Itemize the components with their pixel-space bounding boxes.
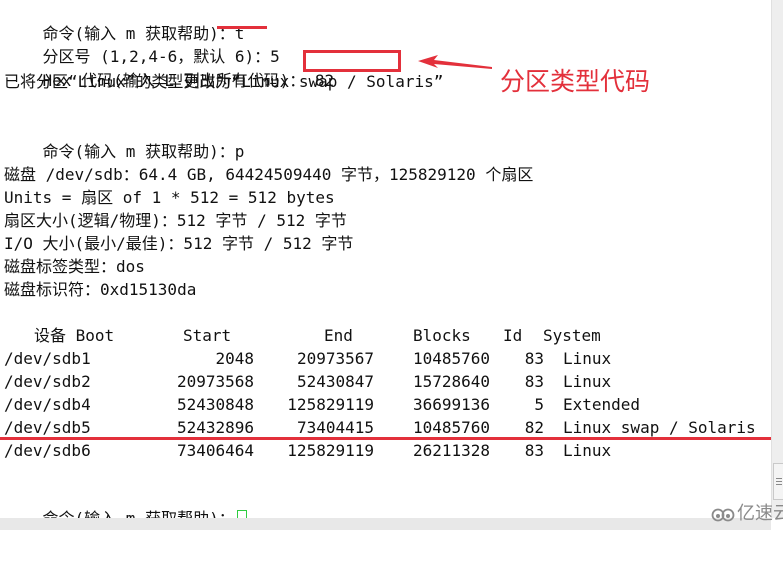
cell-system: Linux bbox=[563, 372, 612, 391]
type-changed-message: 已将分区“Linux”的类型更改为“Linux swap / Solaris” bbox=[4, 72, 444, 91]
disk-info-line: 磁盘 /dev/sdb：64.4 GB, 64424509440 字节，1258… bbox=[4, 165, 534, 184]
cell-device: /dev/sdb1 bbox=[4, 349, 91, 368]
terminal-window[interactable]: 命令(输入 m 获取帮助)：t 分区号 (1,2,4-6，默认 6)：5 Hex… bbox=[0, 0, 771, 518]
label-type-line: 磁盘标签类型：dos bbox=[4, 257, 145, 276]
cell-start: 52430848 bbox=[176, 395, 254, 414]
hex-code-highlight-box bbox=[303, 50, 401, 72]
units-line: Units = 扇区 of 1 * 512 = 512 bytes bbox=[4, 188, 335, 207]
grip-line bbox=[776, 478, 782, 479]
cell-device: /dev/sdb2 bbox=[4, 372, 91, 391]
header-id: Id bbox=[503, 326, 523, 345]
vertical-scrollbar[interactable] bbox=[771, 0, 783, 518]
cell-id: 83 bbox=[524, 372, 544, 391]
watermark-text: 亿速云 bbox=[737, 503, 783, 524]
header-blocks: Blocks bbox=[413, 326, 471, 345]
partition-type-code-annotation: 分区类型代码 bbox=[500, 67, 651, 96]
cell-end: 125829119 bbox=[287, 395, 374, 414]
cell-start: 20973568 bbox=[176, 372, 254, 391]
table-row: /dev/sdb2 20973568 52430847 15728640 83 … bbox=[4, 371, 764, 393]
scrollbar-thumb[interactable] bbox=[773, 463, 783, 500]
header-start: Start bbox=[183, 326, 232, 345]
table-row-highlighted: /dev/sdb5 52432896 73404415 10485760 82 … bbox=[4, 417, 764, 439]
command-prompt: 命令(输入 m 获取帮助)： bbox=[43, 509, 235, 518]
cell-blocks: 36699136 bbox=[413, 395, 491, 414]
table-row: /dev/sdb1 2048 20973567 10485760 83 Linu… bbox=[4, 348, 764, 370]
cell-id: 83 bbox=[524, 441, 544, 460]
command-input: p bbox=[234, 142, 245, 161]
command-prompt: 命令(输入 m 获取帮助)： bbox=[42, 142, 235, 161]
cell-end: 125829119 bbox=[287, 441, 374, 460]
cell-end: 20973567 bbox=[296, 349, 374, 368]
command-line-1: 命令(输入 m 获取帮助)：t bbox=[4, 1, 245, 43]
disk-identifier-line: 磁盘标识符：0xd15130da bbox=[4, 280, 197, 299]
cell-system: Extended bbox=[563, 395, 641, 414]
grip-line bbox=[776, 484, 782, 485]
cell-blocks: 10485760 bbox=[413, 349, 491, 368]
header-system: System bbox=[543, 326, 601, 345]
cell-id: 82 bbox=[524, 418, 544, 437]
grip-line bbox=[776, 481, 782, 482]
cell-blocks: 15728640 bbox=[413, 372, 491, 391]
annotation-arrow-icon bbox=[418, 55, 492, 69]
partition-table-header: 设备 Boot Start End Blocks Id System bbox=[4, 325, 764, 347]
input-underline-annotation bbox=[217, 26, 267, 29]
cell-start: 73406464 bbox=[176, 441, 254, 460]
header-end: End bbox=[324, 326, 353, 345]
sector-size-line: 扇区大小(逻辑/物理)：512 字节 / 512 字节 bbox=[4, 211, 347, 230]
watermark: 亿速云 bbox=[711, 502, 783, 574]
cell-device: /dev/sdb4 bbox=[4, 395, 91, 414]
cell-end: 52430847 bbox=[296, 372, 374, 391]
cell-system: Linux swap / Solaris bbox=[563, 418, 756, 437]
cell-blocks: 10485760 bbox=[413, 418, 491, 437]
cell-system: Linux bbox=[563, 349, 612, 368]
header-device: 设备 Boot bbox=[34, 326, 115, 345]
cell-start: 2048 bbox=[215, 349, 254, 368]
table-row: /dev/sdb6 73406464 125829119 26211328 83… bbox=[4, 440, 764, 462]
cell-device: /dev/sdb5 bbox=[4, 418, 91, 437]
hex-code-line: Hex 代码(输入 L 列出所有代码)： 82 bbox=[4, 48, 335, 90]
cell-id: 5 bbox=[534, 395, 544, 414]
bottom-bar bbox=[0, 518, 771, 530]
highlight-row-underline bbox=[0, 437, 783, 440]
cell-start: 52432896 bbox=[176, 418, 254, 437]
table-row: /dev/sdb4 52430848 125829119 36699136 5 … bbox=[4, 394, 764, 416]
cell-id: 83 bbox=[524, 349, 544, 368]
cloud-logo-icon bbox=[711, 508, 735, 522]
command-line-3[interactable]: 命令(输入 m 获取帮助)： bbox=[4, 486, 247, 518]
cell-device: /dev/sdb6 bbox=[4, 441, 91, 460]
text-cursor[interactable] bbox=[236, 510, 247, 518]
command-line-2: 命令(输入 m 获取帮助)：p bbox=[4, 119, 245, 161]
cell-end: 73404415 bbox=[296, 418, 374, 437]
io-size-line: I/O 大小(最小/最佳)：512 字节 / 512 字节 bbox=[4, 234, 354, 253]
cell-system: Linux bbox=[563, 441, 612, 460]
cell-blocks: 26211328 bbox=[413, 441, 491, 460]
